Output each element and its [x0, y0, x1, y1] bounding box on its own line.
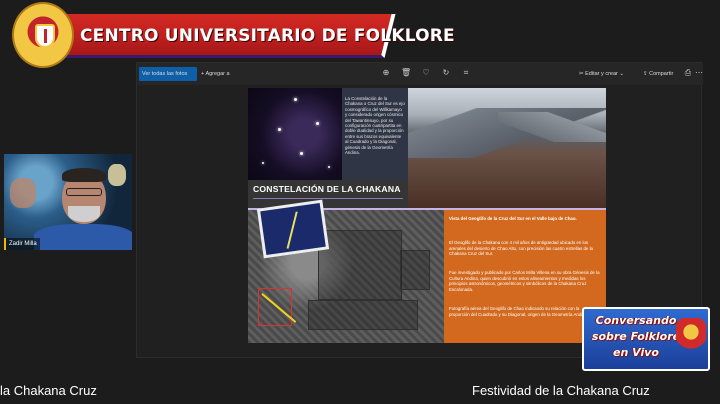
more-icon[interactable]: ⋯	[695, 68, 703, 78]
view-all-photos-button[interactable]: Ver todas las fotos	[139, 67, 197, 81]
favorite-icon[interactable]: ♡	[421, 68, 431, 78]
star-photo	[248, 88, 342, 180]
constellation-description: La Constelación de la Chakana o Cruz del…	[345, 96, 405, 156]
logo-line-1: Conversando	[595, 314, 677, 327]
caption-left: la Chakana Cruz	[0, 383, 97, 398]
logo-line-2: sobre Folklore	[591, 330, 681, 343]
viewer-toolbar: Ver todas las fotos + Agregar a ⊕ 🗑 ♡ ↻ …	[137, 63, 703, 85]
constellation-inset-photo	[256, 199, 330, 259]
rotate-icon[interactable]: ↻	[441, 68, 451, 78]
geoglyph-highlight-box	[258, 288, 292, 326]
edit-create-label: Editar y crear	[585, 71, 618, 77]
orange-caption-3: Fue investigado y publicado por Carlos M…	[449, 270, 600, 292]
share-label: Compartir	[649, 71, 674, 77]
add-to-label: Agregar a	[205, 71, 230, 77]
edit-create-button[interactable]: ✂ Editar y crear ⌄	[579, 67, 624, 81]
university-seal-icon	[12, 2, 74, 68]
webcam-feed	[4, 154, 132, 250]
orange-caption-1: Vista del Geoglifo de la Cruz del Sur en…	[449, 216, 577, 221]
share-button[interactable]: ⇪ Compartir	[643, 67, 673, 81]
banner-title: CENTRO UNIVERSITARIO DE FOLKLORE	[80, 26, 455, 46]
zoom-icon[interactable]: ⊕	[381, 68, 391, 78]
add-to-button[interactable]: + Agregar a	[201, 67, 230, 81]
print-icon[interactable]: ⎙	[683, 68, 693, 78]
slide-image: La Constelación de la Chakana o Cruz del…	[248, 88, 606, 343]
logo-line-3: en Vivo	[613, 346, 659, 359]
delete-icon[interactable]: 🗑	[401, 68, 411, 78]
caption-right: Festividad de la Chakana Cruz	[472, 383, 650, 398]
dancer-mascot-icon	[676, 318, 706, 358]
participant-name: Zadir Milla	[4, 238, 40, 250]
slide-title: CONSTELACIÓN DE LA CHAKANA	[253, 184, 401, 194]
orange-caption-2: El Geoglifo de la Chakana con 4 mil años…	[449, 240, 593, 257]
orange-caption-4: Fotografía aérea del Geoglifo de Chao in…	[449, 306, 589, 317]
crop-icon[interactable]: ⌗	[461, 68, 471, 78]
